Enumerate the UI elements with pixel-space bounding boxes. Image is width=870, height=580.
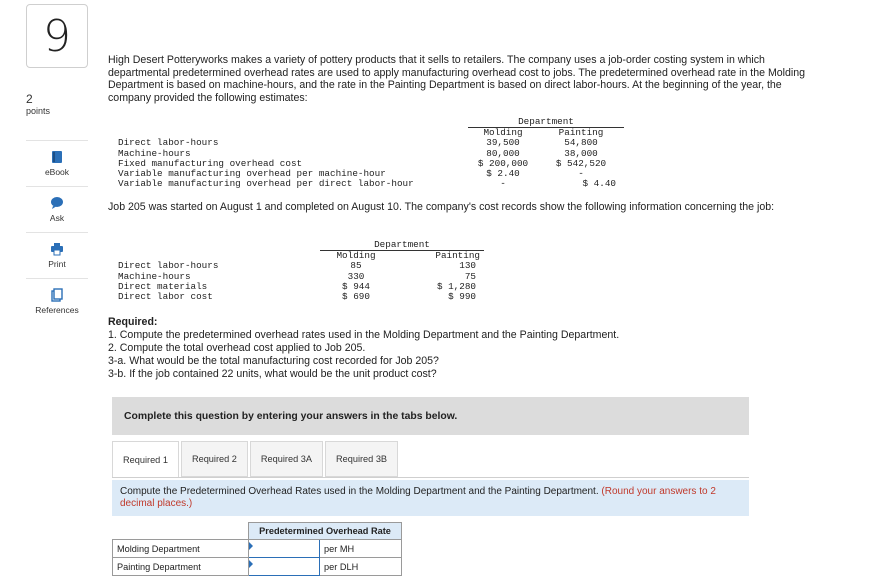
rail-item-print[interactable]: Print	[26, 232, 88, 278]
tab-required-3b[interactable]: Required 3B	[324, 441, 399, 477]
unit-label: per DLH	[319, 557, 402, 576]
rail-item-label: Print	[48, 259, 66, 269]
answer-table-corner	[113, 523, 249, 540]
painting-rate-input[interactable]	[249, 558, 319, 575]
required-item: 1. Compute the predetermined overhead ra…	[108, 329, 620, 341]
print-icon	[51, 243, 63, 256]
molding-rate-cell	[248, 539, 320, 558]
points-label: points	[26, 106, 51, 116]
row-label: Direct labor cost	[118, 291, 213, 303]
table-row: Painting Department per DLH	[112, 557, 402, 576]
unit-label: per MH	[319, 539, 402, 558]
tab-required-1[interactable]: Required 1	[112, 441, 179, 478]
required-item: 2. Compute the total overhead cost appli…	[108, 342, 366, 354]
answer-table: Predetermined Overhead Rate Molding Depa…	[112, 522, 402, 576]
required-title: Required:	[108, 316, 158, 328]
required-item: 3-b. If the job contained 22 units, what…	[108, 368, 437, 380]
table-row: Molding Department per MH	[112, 539, 402, 558]
input-marker-icon	[249, 560, 253, 568]
points-value: 2	[26, 92, 33, 106]
estimates-table: Department Molding Painting Direct labor…	[118, 117, 624, 189]
instruction-text: Compute the Predetermined Overhead Rates…	[120, 486, 599, 497]
intro-text: High Desert Potteryworks makes a variety…	[108, 54, 806, 104]
painting-value: $ 4.40	[582, 178, 616, 190]
required-tabs: Required 1 Required 2 Required 3A Requir…	[112, 441, 400, 478]
department-header: Department	[320, 240, 484, 252]
input-marker-icon	[249, 542, 253, 550]
molding-value: -	[500, 178, 506, 190]
required-item: 3-a. What would be the total manufacturi…	[108, 355, 439, 367]
job-table: Department Molding Painting Direct labor…	[118, 240, 484, 302]
question-number: 9	[43, 10, 71, 62]
row-label: Variable manufacturing overhead per dire…	[118, 178, 414, 190]
tool-rail: eBook Ask Print References	[26, 140, 88, 324]
row-label: Molding Department	[112, 539, 249, 558]
tab-instruction: Compute the Predetermined Overhead Rates…	[112, 480, 749, 516]
row-label: Painting Department	[112, 557, 249, 576]
table-row: Direct labor-hours 39,500 54,800	[118, 138, 624, 148]
painting-value: $ 990	[448, 291, 476, 303]
required-section: Required: 1. Compute the predetermined o…	[108, 316, 820, 381]
molding-value: $ 690	[342, 291, 370, 303]
molding-rate-input[interactable]	[249, 540, 319, 557]
question-number-box: 9	[26, 4, 88, 68]
complete-instructions-bar: Complete this question by entering your …	[112, 397, 749, 435]
tab-required-3a[interactable]: Required 3A	[249, 441, 323, 477]
rail-item-ask[interactable]: Ask	[26, 186, 88, 232]
tab-required-2[interactable]: Required 2	[180, 441, 248, 477]
rail-item-ebook[interactable]: eBook	[26, 140, 88, 186]
painting-rate-cell	[248, 557, 320, 576]
job-text: Job 205 was started on August 1 and comp…	[108, 201, 775, 213]
references-icon	[51, 288, 63, 302]
ebook-icon	[52, 151, 62, 163]
table-row: Direct labor cost $ 690 $ 990	[118, 291, 484, 303]
rail-item-label: References	[35, 305, 79, 315]
rail-item-references[interactable]: References	[26, 278, 88, 324]
department-header: Department	[468, 117, 624, 129]
rail-item-label: eBook	[44, 167, 70, 177]
answer-table-header: Predetermined Overhead Rate	[248, 522, 402, 540]
table-row: Variable manufacturing overhead per dire…	[118, 179, 624, 189]
ask-icon	[51, 197, 63, 209]
rail-item-label: Ask	[49, 213, 65, 223]
tab-divider	[112, 477, 749, 478]
